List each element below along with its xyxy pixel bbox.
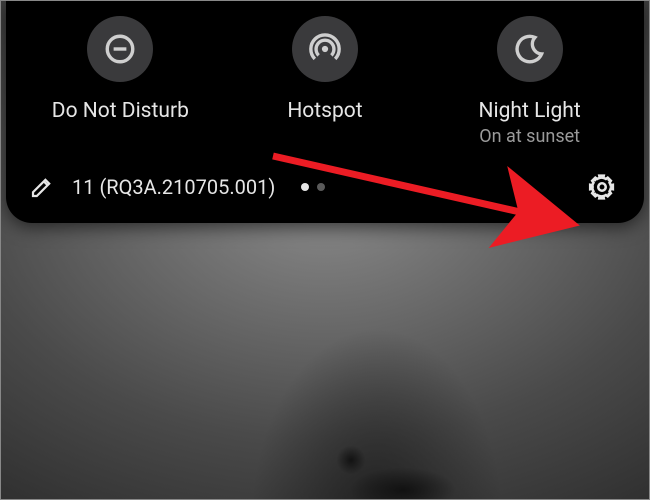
tile-do-not-disturb[interactable]: Do Not Disturb [25,16,215,147]
night-light-icon [497,16,563,82]
quick-settings-tiles-row: Do Not Disturb Hotspot Night Light On at… [14,10,636,165]
quick-settings-panel: Do Not Disturb Hotspot Night Light On at… [6,0,644,223]
do-not-disturb-icon [87,16,153,82]
gear-icon [588,173,616,201]
hotspot-icon [292,16,358,82]
page-indicator[interactable] [301,183,325,191]
tile-label: Do Not Disturb [52,98,189,124]
tile-sublabel: On at sunset [479,126,580,147]
pencil-icon [30,175,54,199]
pager-dot [301,183,309,191]
tile-label: Night Light [479,98,581,124]
edit-tiles-button[interactable] [28,173,56,201]
tile-label: Hotspot [287,98,362,124]
settings-button[interactable] [586,171,618,203]
tile-hotspot[interactable]: Hotspot [230,16,420,147]
quick-settings-footer: 11 (RQ3A.210705.001) [14,165,636,207]
tile-night-light[interactable]: Night Light On at sunset [435,16,625,147]
build-version-text: 11 (RQ3A.210705.001) [72,175,275,199]
pager-dot [317,183,325,191]
